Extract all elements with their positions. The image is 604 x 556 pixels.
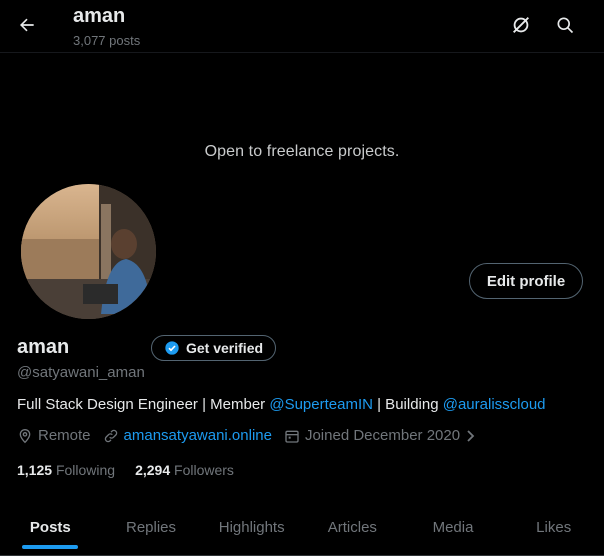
bio-link-superteam[interactable]: @SuperteamIN — [269, 396, 373, 413]
edit-profile-button[interactable]: Edit profile — [469, 263, 583, 299]
tab-highlights[interactable]: Highlights — [201, 500, 302, 555]
profile-handle: @satyawani_aman — [17, 364, 145, 381]
tab-articles[interactable]: Articles — [302, 500, 403, 555]
bio-text-middle: | Building — [372, 396, 443, 413]
website-link[interactable]: amansatyawani.online — [124, 427, 272, 444]
joined-date[interactable]: Joined December 2020 — [284, 427, 477, 444]
followers-count: 2,294 — [135, 462, 171, 478]
tab-media[interactable]: Media — [403, 500, 504, 555]
avatar[interactable] — [19, 182, 158, 321]
joined-label: Joined December 2020 — [304, 427, 461, 444]
followers-link[interactable]: 2,294 Followers — [135, 462, 234, 478]
location-pin-icon — [19, 428, 31, 443]
posts-count: 3,077 posts — [73, 33, 141, 48]
location: Remote — [17, 427, 91, 444]
avatar-photo — [21, 184, 156, 319]
arrow-left-icon — [20, 18, 34, 32]
followers-label: Followers — [174, 462, 234, 478]
header-name: aman — [73, 5, 126, 27]
get-verified-button[interactable]: Get verified — [151, 335, 277, 361]
chevron-right-icon — [467, 429, 475, 442]
top-bar: aman 3,077 posts — [0, 0, 604, 53]
link-icon — [104, 429, 117, 442]
profile-bio: Full Stack Design Engineer | Member @Sup… — [17, 396, 546, 413]
grok-button[interactable] — [508, 12, 534, 38]
verified-badge-icon — [165, 341, 179, 355]
banner-text: Open to freelance projects. — [204, 143, 400, 160]
bio-text: Full Stack Design Engineer | Member — [17, 396, 270, 413]
website: amansatyawani.online — [103, 427, 272, 444]
following-label: Following — [55, 462, 116, 478]
location-label: Remote — [38, 427, 91, 444]
calendar-icon — [285, 430, 299, 443]
profile-name: aman — [17, 336, 70, 358]
grok-icon — [513, 17, 529, 33]
profile-tabs: Posts Replies Highlights Articles Media … — [0, 500, 604, 556]
search-icon — [557, 17, 574, 34]
back-button[interactable] — [14, 12, 40, 38]
get-verified-label: Get verified — [186, 340, 264, 356]
search-button[interactable] — [552, 12, 578, 38]
following-count: 1,125 — [17, 462, 53, 478]
follow-stats: 1,125 Following 2,294 Followers — [17, 462, 234, 478]
tab-likes[interactable]: Likes — [503, 500, 604, 555]
profile-meta: Remote amansatyawani.online Joined Decem… — [17, 427, 489, 444]
following-link[interactable]: 1,125 Following — [17, 462, 115, 478]
tab-posts[interactable]: Posts — [0, 500, 101, 555]
tab-replies[interactable]: Replies — [101, 500, 202, 555]
bio-link-auraliscloud[interactable]: @auralisscloud — [443, 396, 546, 413]
